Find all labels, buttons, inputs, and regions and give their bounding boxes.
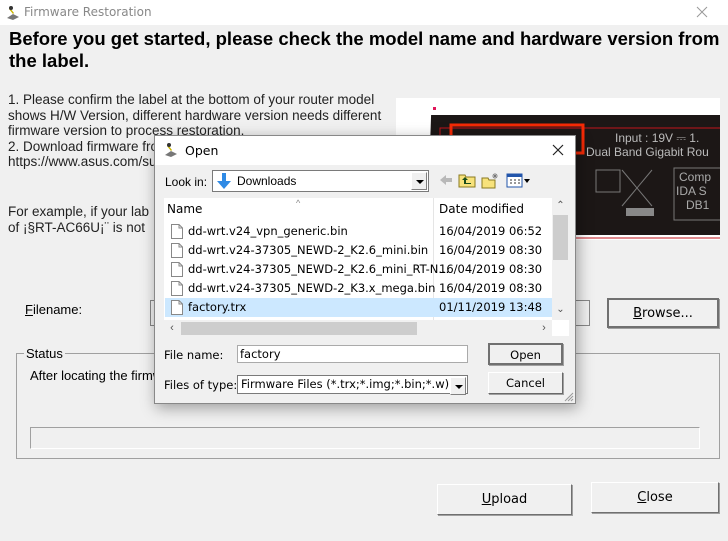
upload-label-rest: pload (491, 492, 528, 507)
file-icon (171, 262, 183, 277)
label-db-text: DB1 (686, 198, 710, 212)
label-ida-text: IDA S (676, 184, 707, 198)
file-icon (171, 224, 183, 239)
file-icon (171, 300, 183, 315)
window-titlebar: Firmware Restoration (0, 0, 728, 25)
dialog-close-icon[interactable] (549, 141, 567, 159)
download-arrow-icon (217, 173, 231, 189)
files-of-type-label: Files of type: (164, 378, 238, 392)
look-in-dropdown-button[interactable] (411, 172, 427, 190)
close-button[interactable]: Close (591, 482, 719, 513)
scroll-up-icon[interactable]: ⌃ (552, 200, 569, 216)
progress-bar (30, 427, 700, 449)
scroll-left-icon[interactable]: ‹ (164, 320, 180, 336)
file-name: factory.trx (188, 300, 247, 314)
scroll-thumb[interactable] (553, 215, 568, 260)
file-date: 01/11/2019 13:48 (439, 300, 543, 314)
file-icon (171, 243, 183, 258)
back-arrow-icon[interactable] (437, 172, 455, 189)
status-label: Status (24, 346, 65, 361)
files-of-type-dropdown[interactable]: Firmware Files (*.trx;*.img;*.bin;*.w) (237, 375, 468, 395)
firmware-restoration-icon (7, 6, 19, 20)
column-header-name[interactable]: Name (167, 198, 202, 220)
label-input-text: Input : 19V ⎓ 1. (615, 131, 700, 145)
file-date: 16/04/2019 08:30 (439, 262, 543, 276)
file-name-input[interactable]: factory (237, 345, 468, 363)
file-row[interactable]: dd-wrt.v24-37305_NEWD-2_K2.6_mini_RT-N..… (165, 260, 552, 279)
dialog-app-icon (165, 143, 177, 157)
file-icon (171, 281, 183, 296)
horizontal-scrollbar[interactable]: ‹ › (164, 320, 552, 336)
file-name: dd-wrt.v24-37305_NEWD-2_K2.6_mini.bin (188, 243, 429, 257)
new-folder-icon[interactable] (481, 172, 499, 189)
file-date: 16/04/2019 08:30 (439, 281, 543, 295)
vertical-scrollbar[interactable]: ⌃ ⌄ (552, 198, 569, 320)
instruction-1: 1. Please confirm the label at the botto… (8, 92, 382, 138)
hscroll-thumb[interactable] (181, 322, 417, 335)
resize-grip-icon[interactable] (564, 392, 574, 402)
file-date: 16/04/2019 08:30 (439, 243, 543, 257)
window-title: Firmware Restoration (24, 5, 152, 19)
dialog-titlebar: Open (155, 136, 575, 165)
look-in-label: Look in: (165, 175, 208, 189)
close-icon[interactable] (694, 4, 710, 20)
sort-caret-icon: ^ (296, 198, 301, 208)
files-of-type-dropdown-button[interactable] (450, 377, 466, 395)
label-model-text: Dual Band Gigabit Rou (586, 145, 709, 159)
page-heading: Before you get started, please check the… (9, 28, 720, 71)
up-folder-icon[interactable] (458, 172, 476, 189)
open-button[interactable]: Open (488, 343, 563, 365)
look-in-value: Downloads (237, 174, 297, 188)
browse-button[interactable]: Browse... (607, 298, 719, 328)
cancel-button[interactable]: Cancel (488, 372, 563, 394)
file-row[interactable]: factory.trx 01/11/2019 13:48 (165, 298, 552, 317)
browse-label-rest: rowse... (642, 306, 693, 321)
scroll-right-icon[interactable]: › (536, 320, 552, 336)
file-row[interactable]: dd-wrt.v24-37305_NEWD-2_K2.6_mini.bin 16/… (165, 241, 552, 260)
file-name-label: File name: (164, 348, 224, 362)
scroll-down-icon[interactable]: ⌄ (552, 304, 569, 320)
view-menu-icon[interactable] (506, 172, 532, 189)
filename-label: Filename: (25, 302, 83, 317)
status-text: After locating the firmw (30, 368, 163, 383)
label-comp-text: Comp (679, 170, 712, 184)
file-name: dd-wrt.v24_vpn_generic.bin (188, 224, 348, 238)
look-in-dropdown[interactable]: Downloads (212, 170, 429, 192)
file-row[interactable]: dd-wrt.v24-37305_NEWD-2_K3.x_mega.bin 16/… (165, 279, 552, 298)
file-row[interactable]: dd-wrt.v24_vpn_generic.bin 16/04/2019 06:… (165, 222, 552, 241)
dialog-title: Open (185, 143, 219, 158)
upload-button[interactable]: Upload (437, 484, 572, 515)
close-label-rest: lose (646, 490, 673, 505)
column-header-date[interactable]: Date modified (439, 198, 524, 220)
open-file-dialog: Open Look in: Downloads ^ Name Date modi… (154, 135, 576, 404)
file-name: dd-wrt.v24-37305_NEWD-2_K3.x_mega.bin (188, 281, 436, 295)
files-of-type-value: Firmware Files (*.trx;*.img;*.bin;*.w) (241, 377, 450, 391)
file-name: dd-wrt.v24-37305_NEWD-2_K2.6_mini_RT-N..… (188, 262, 450, 276)
file-list: ^ Name Date modified dd-wrt.v24_vpn_gene… (164, 198, 569, 336)
file-date: 16/04/2019 06:52 (439, 224, 543, 238)
